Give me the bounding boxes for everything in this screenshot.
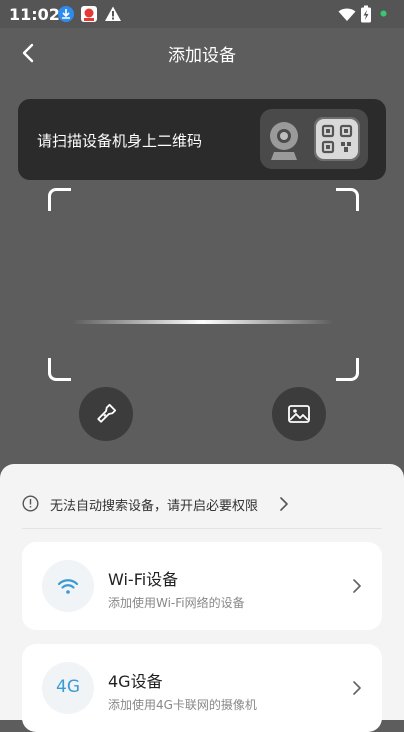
scan-frame-corner-bottom-right: [336, 358, 359, 381]
scan-instruction-banner: 请扫描设备机身上二维码: [18, 99, 386, 180]
chevron-right-icon: [353, 681, 361, 695]
4g-icon: 4G: [56, 677, 80, 697]
page-title: 添加设备: [168, 46, 236, 66]
wifi-icon-circle: [42, 560, 94, 612]
chevron-right-icon: [353, 579, 361, 593]
status-bar: 11:02: [0, 0, 404, 28]
wifi-signal-icon: [338, 8, 356, 21]
notification-dot-icon: [380, 10, 387, 17]
permission-notice-text: 无法自动搜索设备，请开启必要权限: [50, 499, 259, 514]
scan-line: [72, 320, 334, 324]
flashlight-button[interactable]: [79, 387, 133, 441]
app-notification-icon: [81, 6, 97, 22]
status-time: 11:02: [9, 5, 60, 24]
scan-frame-corner-top-right: [336, 188, 359, 211]
info-circle-icon: [22, 495, 39, 512]
wifi-device-title: Wi-Fi设备: [108, 570, 179, 589]
battery-icon: [361, 5, 371, 23]
4g-device-subtitle: 添加使用4G卡联网的摄像机: [108, 698, 257, 712]
wifi-device-subtitle: 添加使用Wi-Fi网络的设备: [108, 596, 245, 610]
photo-album-button[interactable]: [272, 387, 326, 441]
navigation-header: 添加设备: [0, 28, 404, 78]
wifi-icon: [57, 579, 79, 594]
4g-icon-circle: 4G: [42, 662, 94, 714]
4g-device-option[interactable]: 4G 4G设备 添加使用4G卡联网的摄像机: [22, 644, 382, 732]
4g-device-title: 4G设备: [108, 672, 163, 691]
flashlight-icon: [97, 403, 117, 423]
chevron-right-icon: [280, 497, 288, 511]
scan-frame-corner-top-left: [48, 188, 71, 211]
camera-qr-illustration-icon: [260, 109, 368, 169]
divider: [22, 528, 382, 529]
scan-instruction-text: 请扫描设备机身上二维码: [37, 132, 203, 150]
wifi-device-option[interactable]: Wi-Fi设备 添加使用Wi-Fi网络的设备: [22, 542, 382, 630]
download-notification-icon: [58, 6, 74, 22]
warning-notification-icon: [105, 6, 121, 21]
add-device-bottom-sheet: 无法自动搜索设备，请开启必要权限 Wi-Fi设备 添加使用Wi-Fi网络的设备 …: [0, 464, 404, 732]
image-gallery-icon: [288, 405, 310, 423]
scan-frame-corner-bottom-left: [48, 358, 71, 381]
